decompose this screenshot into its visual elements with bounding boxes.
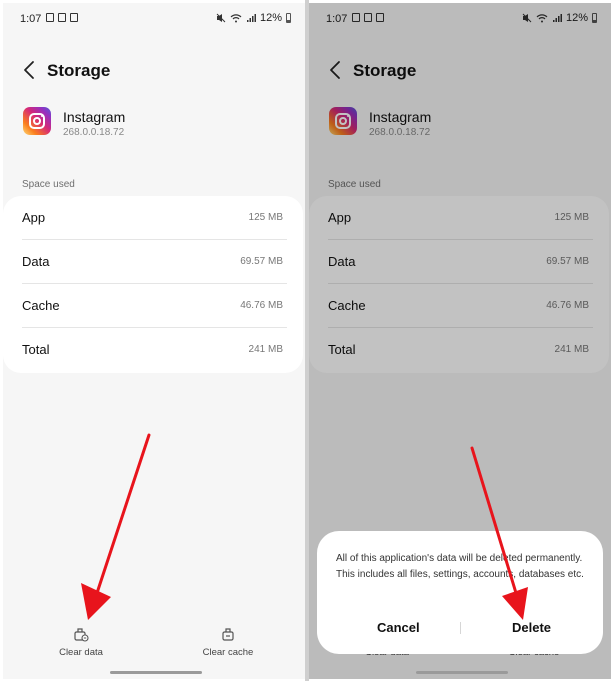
bottom-actions: Clear data Clear cache	[3, 623, 305, 663]
row-label: Total	[22, 342, 50, 357]
status-time: 1:07	[20, 13, 42, 25]
gesture-bar	[416, 671, 508, 674]
storage-row-cache[interactable]: Cache 46.76 MB	[3, 284, 303, 328]
instagram-icon	[23, 107, 51, 135]
button-divider	[460, 622, 461, 634]
notification-icons	[46, 13, 78, 22]
storage-card: App 125 MB Data 69.57 MB Cache 46.76 MB …	[3, 196, 303, 373]
row-value: 125 MB	[248, 212, 283, 223]
cancel-button[interactable]: Cancel	[377, 620, 420, 635]
row-value: 241 MB	[248, 344, 283, 355]
gesture-bar	[110, 671, 202, 674]
row-label: Cache	[22, 298, 60, 313]
storage-row-app[interactable]: App 125 MB	[3, 196, 303, 240]
back-button[interactable]	[17, 57, 43, 83]
app-version: 268.0.0.18.72	[63, 127, 125, 138]
storage-screen-right: 1:07 12% Storage Instagram 268.0.0.18.72…	[309, 3, 611, 679]
back-arrow-icon	[24, 61, 34, 79]
row-label: App	[22, 210, 46, 225]
clear-cache-label: Clear cache	[202, 647, 254, 658]
delete-confirm-dialog: All of this application's data will be d…	[317, 531, 603, 654]
clear-cache-button[interactable]: Clear cache	[178, 623, 278, 663]
row-value: 46.76 MB	[240, 300, 283, 311]
battery-percent: 12%	[259, 12, 282, 24]
mute-icon	[216, 13, 226, 23]
status-right-group: 12%	[216, 12, 291, 24]
signal-icon	[246, 14, 256, 22]
dialog-message: All of this application's data will be d…	[336, 553, 584, 580]
clear-data-button[interactable]: Clear data	[31, 623, 131, 663]
gallery-icon	[46, 13, 54, 22]
clear-data-icon	[74, 628, 89, 642]
row-value: 69.57 MB	[240, 256, 283, 267]
clear-data-label: Clear data	[59, 647, 103, 658]
delete-button[interactable]: Delete	[512, 620, 551, 635]
status-bar: 1:07 12%	[3, 3, 305, 33]
section-label: Space used	[22, 179, 75, 190]
row-label: Data	[22, 254, 50, 269]
storage-screen-left: 1:07 12% Storage Instagram 268.0.0.18.72…	[3, 3, 305, 679]
app-name: Instagram	[63, 109, 126, 125]
page-title: Storage	[47, 61, 111, 80]
clear-cache-icon	[222, 628, 234, 641]
app-bar: Storage	[3, 55, 305, 87]
wifi-icon	[230, 14, 242, 23]
battery-icon	[286, 13, 291, 23]
news-icon	[70, 13, 78, 22]
storage-row-total[interactable]: Total 241 MB	[3, 328, 303, 372]
storage-row-data[interactable]: Data 69.57 MB	[3, 240, 303, 284]
app-notification-icon	[58, 13, 66, 22]
